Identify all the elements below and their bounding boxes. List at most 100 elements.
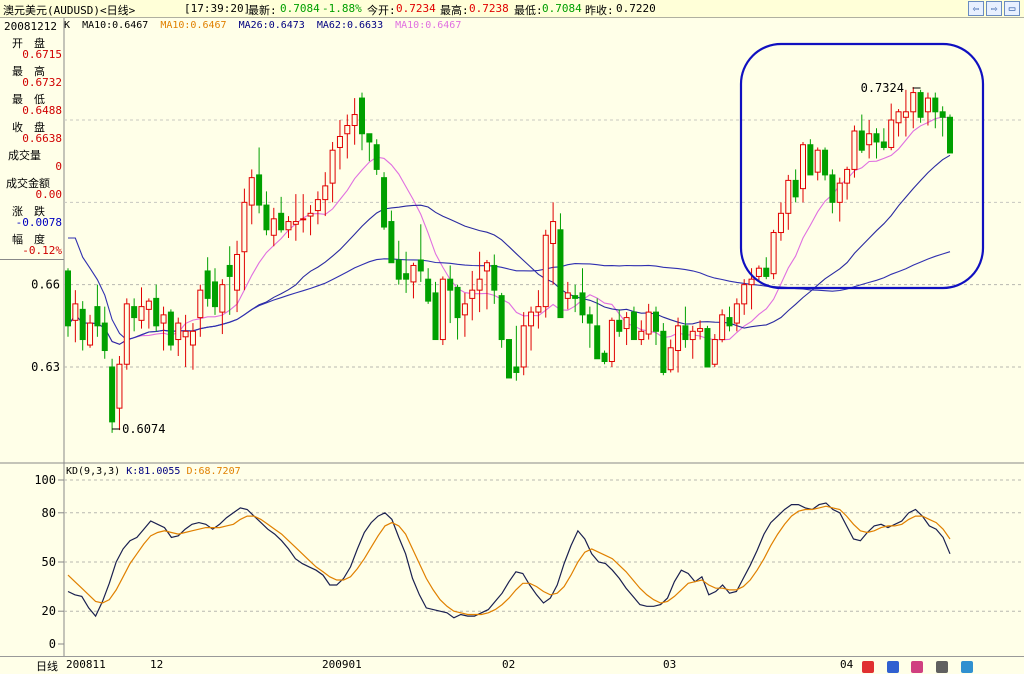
- candle-body: [645, 311, 652, 335]
- quote-time: [17:39:20]: [184, 2, 251, 15]
- candle-body: [594, 325, 601, 360]
- candle-body: [314, 199, 321, 212]
- candle-body: [491, 264, 498, 291]
- candle-body: [866, 133, 873, 146]
- candle-body: [513, 366, 520, 373]
- candle-body: [557, 229, 564, 319]
- candle-body: [895, 111, 902, 124]
- symbol-title: 澳元美元(AUDUSD)<日线>: [3, 4, 136, 17]
- candle-body: [542, 234, 549, 308]
- x-tick-label: 200901: [322, 658, 362, 671]
- candle-body: [167, 311, 174, 346]
- latest-value: 0.7084: [280, 2, 320, 15]
- chart-area[interactable]: 0.63 0.66 0.7324 0.6074 KD(9,3,3) K:81.0055 …: [0, 18, 1024, 656]
- candle-body: [667, 347, 674, 371]
- x-tick-label: 03: [663, 658, 677, 671]
- status-user-icon[interactable]: [911, 661, 924, 673]
- candle-body: [292, 221, 299, 225]
- candle-body: [329, 149, 336, 184]
- candle-body: [461, 303, 468, 316]
- candle-body: [204, 270, 211, 299]
- candle-body: [256, 174, 263, 206]
- candle-body: [226, 264, 233, 277]
- candle-body: [858, 130, 865, 151]
- kd-tick-label: 50: [42, 555, 56, 569]
- candle-body: [741, 284, 748, 305]
- candle-body: [219, 284, 226, 313]
- candle-body: [785, 179, 792, 214]
- status-tool-icon[interactable]: [935, 661, 948, 673]
- candle-body: [851, 130, 858, 170]
- candle-body: [777, 212, 784, 234]
- candle-body: [432, 292, 439, 341]
- candle-body: [770, 232, 777, 275]
- candle-body: [733, 303, 740, 324]
- status-icons[interactable]: [862, 661, 979, 674]
- candle-body: [947, 116, 953, 154]
- x-tick-label: 04: [840, 658, 854, 671]
- candle-body: [498, 295, 505, 341]
- candle-body: [792, 179, 799, 198]
- candle-body: [101, 322, 108, 352]
- candle-body: [300, 218, 307, 221]
- status-s-icon[interactable]: [862, 661, 874, 673]
- candle-body: [278, 212, 285, 231]
- candle-body: [116, 363, 123, 409]
- latest-label: 最新:: [248, 4, 277, 17]
- candle-body: [932, 97, 939, 113]
- candle-body: [87, 322, 94, 346]
- candle-body: [483, 262, 490, 272]
- next-page-icon[interactable]: ⇨: [986, 1, 1002, 16]
- kd-legend-item: D:68.7207: [186, 466, 240, 477]
- candle-body: [175, 322, 182, 341]
- kd-legend: KD(9,3,3) K:81.0055 D:68.7207: [66, 466, 241, 477]
- candle-body: [145, 300, 152, 310]
- candle-body: [388, 221, 395, 264]
- candle-body: [682, 325, 689, 341]
- candle-body: [873, 133, 880, 143]
- candle-body: [197, 289, 204, 319]
- status-network-icon[interactable]: [960, 661, 973, 673]
- candle-body: [447, 278, 454, 291]
- candle-body: [564, 292, 571, 299]
- candle-body: [748, 278, 755, 286]
- candle-body: [336, 135, 343, 148]
- candle-body: [902, 111, 909, 118]
- candle-body: [822, 149, 829, 176]
- candle-body: [924, 97, 931, 113]
- candle-body: [704, 328, 711, 368]
- candle-body: [550, 221, 557, 245]
- candle-body: [836, 182, 843, 203]
- x-tick-label: 12: [150, 658, 164, 671]
- candle-body: [322, 185, 329, 201]
- time-axis-bar: 日线 200811 12 200901 02 03 04: [0, 656, 1024, 674]
- kd-tick-label: 100: [34, 473, 56, 487]
- open-value: 0.7234: [396, 2, 436, 15]
- candle-body: [719, 314, 726, 341]
- candle-body: [711, 339, 718, 365]
- candle-body: [601, 352, 608, 362]
- candle-body: [123, 303, 130, 365]
- candle-body: [153, 297, 160, 327]
- candle-body: [520, 325, 527, 368]
- candle-body: [616, 319, 623, 332]
- x-tick-label: 200811: [66, 658, 106, 671]
- open-label: 今开:: [367, 4, 396, 17]
- kd-tick-label: 20: [42, 604, 56, 618]
- low-annotation: 0.6074: [122, 422, 165, 436]
- prev-page-icon[interactable]: ⇦: [968, 1, 984, 16]
- candle-body: [579, 292, 586, 316]
- candle-body: [675, 325, 682, 352]
- price-tick-label: 0.63: [31, 360, 60, 374]
- low-value: 0.7084: [542, 2, 582, 15]
- candle-body: [234, 253, 241, 291]
- high-label: 最高:: [440, 4, 469, 17]
- candle-body: [182, 330, 189, 338]
- candle-body: [307, 212, 314, 217]
- candle-body: [94, 306, 101, 327]
- status-keyboard-icon[interactable]: [886, 661, 899, 673]
- window-restore-icon[interactable]: ▭: [1004, 1, 1020, 16]
- period-label: 日线: [36, 660, 58, 673]
- candle-body: [248, 177, 255, 206]
- candle-body: [726, 317, 733, 327]
